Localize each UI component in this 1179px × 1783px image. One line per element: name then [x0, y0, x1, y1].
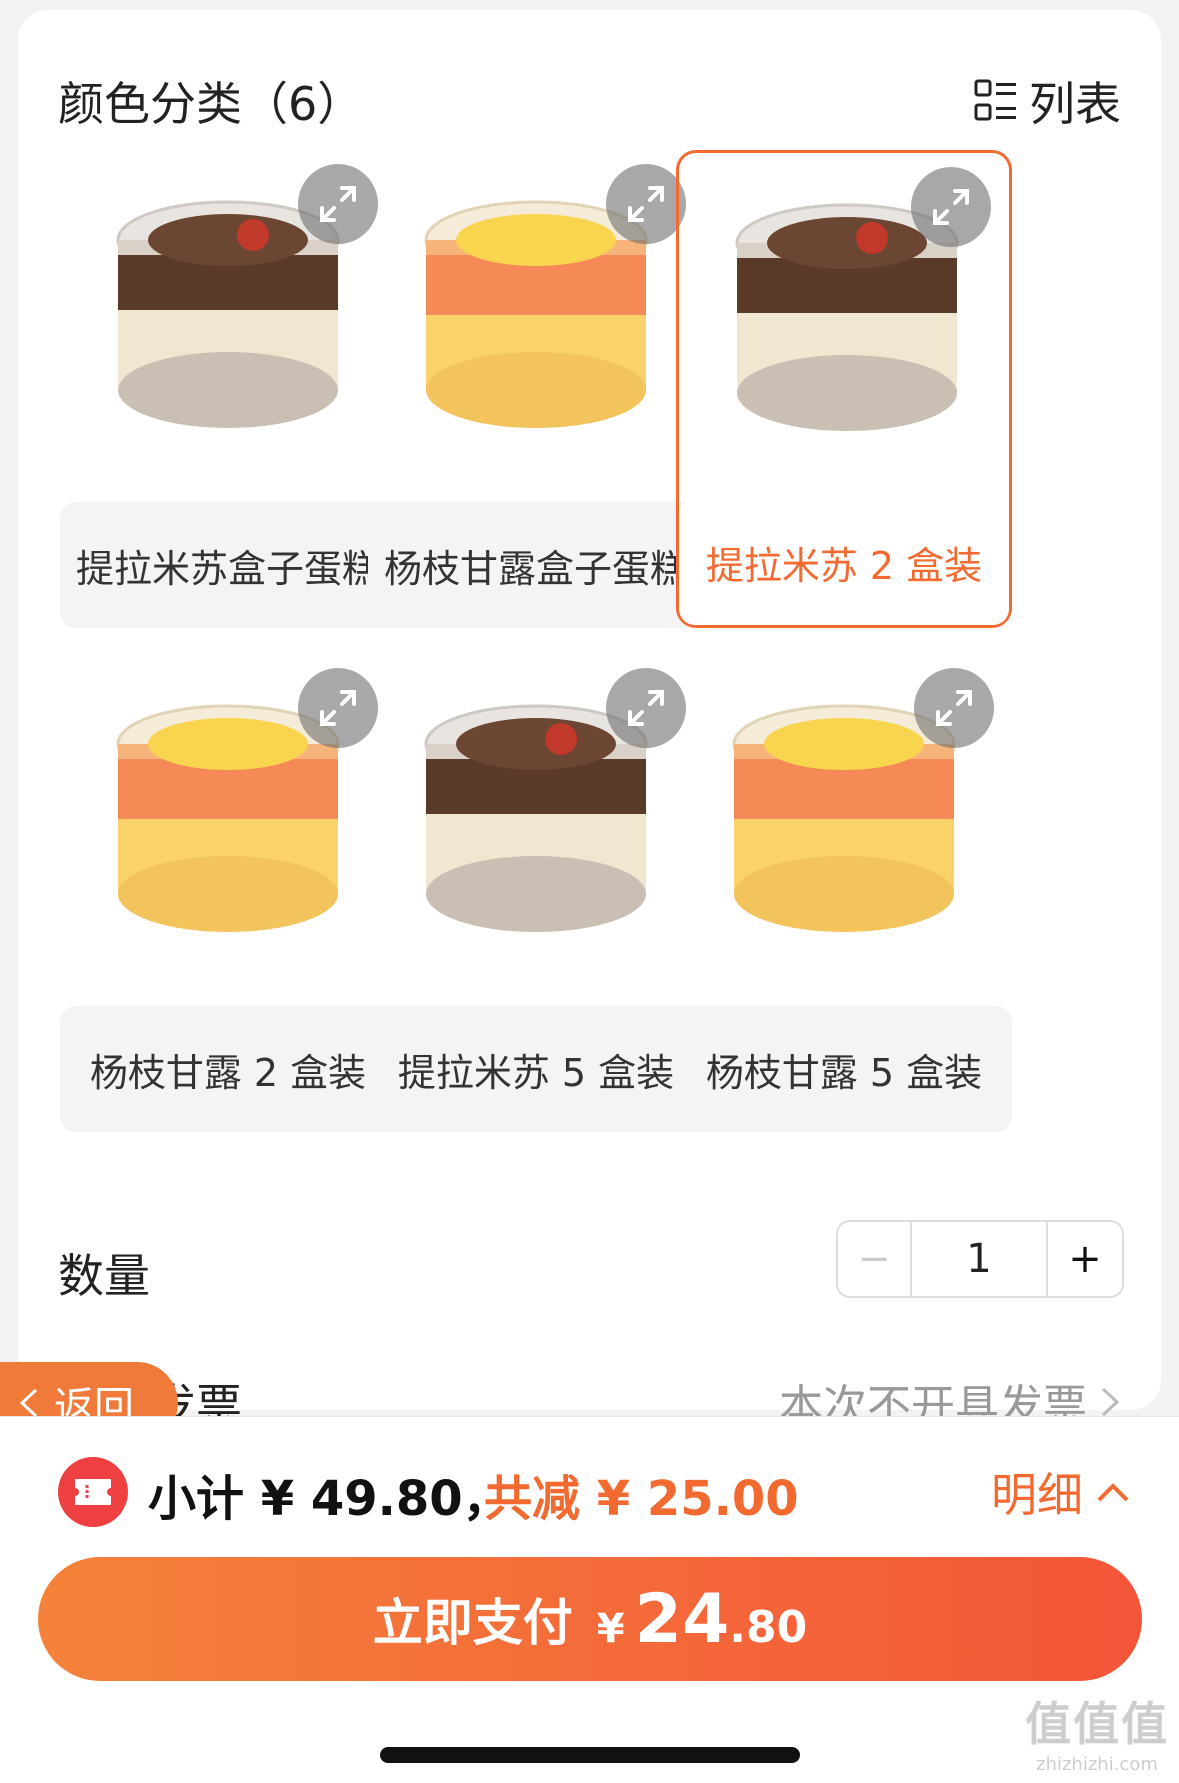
zoom-image-button[interactable] [606, 668, 686, 748]
pay-now-button[interactable]: 立即支付 ¥ 24 .80 [38, 1557, 1142, 1681]
product-option-card-selected[interactable]: 提拉米苏 2 盒装 [676, 150, 1012, 628]
chevron-left-icon [19, 1388, 38, 1418]
list-view-label: 列表 [1029, 77, 1121, 131]
price-detail-label: 明细 [991, 1468, 1083, 1522]
zoom-image-button[interactable] [298, 668, 378, 748]
expand-icon [320, 690, 356, 726]
pay-currency: ¥ [596, 1605, 625, 1652]
watermark-url: zhizhizhi.com [1036, 1754, 1158, 1775]
product-option-card[interactable]: 杨枝甘露 2 盒装 [60, 654, 396, 1132]
product-option-card[interactable]: 杨枝甘露 5 盒装 [676, 654, 1012, 1132]
expand-icon [933, 189, 969, 225]
watermark: 值值值 zhizhizhi.com [1025, 1688, 1169, 1775]
expand-icon [936, 690, 972, 726]
sku-section-title: 颜色分类（6） [58, 77, 364, 131]
price-detail-toggle[interactable]: 明细 [991, 1459, 1131, 1525]
subtotal-text: 小计 ¥ 49.80， [148, 1471, 511, 1527]
zoom-image-button[interactable] [298, 164, 378, 244]
home-indicator [380, 1747, 800, 1763]
product-option-card[interactable]: 提拉米苏盒子蛋糕 [60, 150, 396, 628]
product-option-label: 杨枝甘露 5 盒装 [676, 1006, 1012, 1132]
zoom-image-button[interactable] [606, 164, 686, 244]
watermark-logo: 值值值 [1025, 1697, 1169, 1751]
expand-icon [628, 186, 664, 222]
discount-text: 共减 ¥ 25.00 [484, 1471, 799, 1527]
sku-selector-sheet: 颜色分类（6） 列表 提拉米苏盒子蛋糕 杨枝甘露盒子蛋糕 提拉米苏 2 盒装 杨… [18, 10, 1161, 1433]
product-option-label: 杨枝甘露盒子蛋糕 [368, 502, 704, 628]
quantity-stepper: − 1 + [836, 1220, 1124, 1298]
pay-amount: ¥ 24 .80 [597, 1580, 807, 1659]
product-option-label: 提拉米苏盒子蛋糕 [60, 502, 396, 628]
list-view-icon [973, 78, 1019, 124]
product-option-card[interactable]: 提拉米苏 5 盒装 [368, 654, 704, 1132]
chevron-right-icon [1101, 1387, 1120, 1417]
decrement-button[interactable]: − [838, 1222, 912, 1296]
checkout-bar: 小计 ¥ 49.80， 共减 ¥ 25.00 明细 立即支付 ¥ 24 .80 … [0, 1416, 1179, 1783]
expand-icon [628, 690, 664, 726]
increment-button[interactable]: + [1048, 1222, 1122, 1296]
pay-amount-dec: .80 [729, 1601, 808, 1653]
product-option-label: 提拉米苏 2 盒装 [679, 499, 1009, 625]
product-option-card[interactable]: 杨枝甘露盒子蛋糕 [368, 150, 704, 628]
zoom-image-button[interactable] [911, 167, 991, 247]
pay-amount-int: 24 [634, 1579, 730, 1659]
quantity-label: 数量 [58, 1249, 150, 1303]
expand-icon [320, 186, 356, 222]
quantity-input[interactable]: 1 [912, 1222, 1048, 1296]
product-option-label: 提拉米苏 5 盒装 [368, 1006, 704, 1132]
product-option-label: 杨枝甘露 2 盒装 [60, 1006, 396, 1132]
zoom-image-button[interactable] [914, 668, 994, 748]
coupon-icon [58, 1457, 128, 1527]
chevron-up-icon [1097, 1483, 1129, 1502]
list-view-toggle[interactable]: 列表 [973, 68, 1121, 134]
pay-now-label: 立即支付 [372, 1594, 573, 1652]
